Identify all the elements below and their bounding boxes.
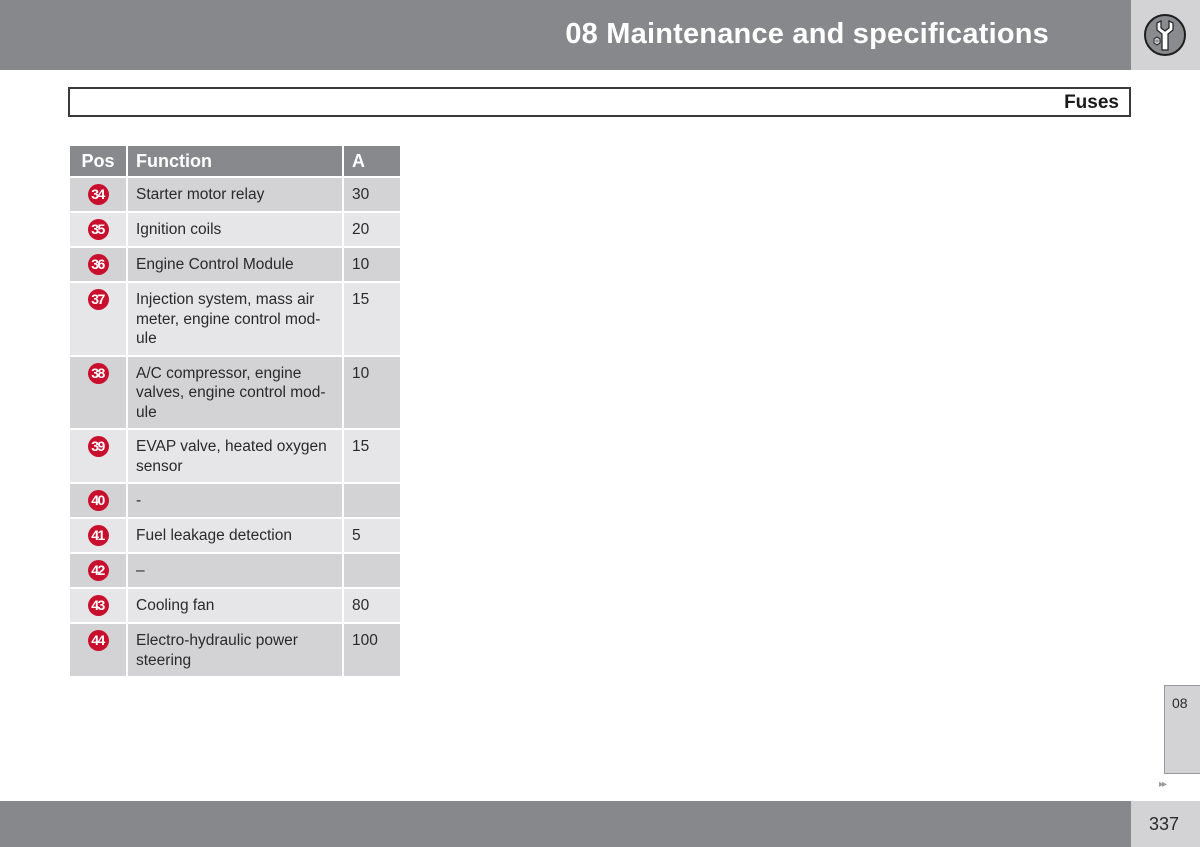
table-row: 43 Cooling fan 80 (70, 589, 400, 622)
fuse-table: Pos Function A 34 Starter motor relay 30 35… (68, 144, 402, 678)
amps-cell: 20 (344, 213, 400, 246)
table-row: 37 Injection system, mass air meter, engi… (70, 283, 400, 355)
function-cell: EVAP valve, heated oxygen sensor (128, 430, 342, 482)
fuse-position-badge: 36 (87, 254, 109, 275)
fuse-position-badge: 35 (87, 219, 109, 240)
fuse-position-badge: 38 (87, 362, 109, 384)
amps-cell: 5 (344, 519, 400, 552)
amps-cell: 10 (344, 356, 400, 428)
wrench-nut-icon (1144, 14, 1186, 56)
chapter-icon-box (1131, 0, 1200, 70)
amps-cell: 100 (344, 624, 400, 676)
side-tab-label: 08 (1172, 695, 1188, 711)
function-cell: A/C compressor, engine valves, engine co… (128, 356, 342, 428)
column-header-amps: A (344, 146, 400, 176)
amps-cell: 10 (344, 248, 400, 281)
pos-cell: 42 (70, 554, 126, 587)
page-number: 337 (1149, 814, 1180, 834)
double-arrow-right-icon[interactable]: ▸▸ (1159, 779, 1167, 790)
pos-cell: 35 (70, 213, 126, 246)
page-number-box: 337 (1131, 801, 1200, 847)
table-row: 39 EVAP valve, heated oxygen sensor 15 (70, 430, 400, 482)
pos-cell: 37 (70, 283, 126, 355)
function-cell: Fuel leakage detection (128, 519, 342, 552)
amps-cell (344, 484, 400, 517)
chapter-side-tab[interactable]: 08 (1164, 685, 1200, 774)
fuse-position-badge: 34 (87, 184, 109, 205)
column-header-function: Function (128, 146, 342, 176)
amps-cell: 15 (344, 430, 400, 482)
pos-cell: 40 (70, 484, 126, 517)
table-row: 34 Starter motor relay 30 (70, 178, 400, 211)
table-row: 36 Engine Control Module 10 (70, 248, 400, 281)
pos-cell: 34 (70, 178, 126, 211)
function-cell: Injection system, mass air meter, engine… (128, 283, 342, 355)
chapter-header-bar: 08 Maintenance and specifications (0, 0, 1131, 70)
column-header-pos: Pos (70, 146, 126, 176)
pos-cell: 41 (70, 519, 126, 552)
function-cell: Engine Control Module (128, 248, 342, 281)
function-cell: Starter motor relay (128, 178, 342, 211)
pos-cell: 43 (70, 589, 126, 622)
fuse-position-badge: 43 (87, 595, 109, 616)
amps-cell: 30 (344, 178, 400, 211)
fuse-position-badge: 37 (87, 289, 109, 310)
fuse-position-badge: 42 (87, 560, 109, 581)
table-row: 44 Electro-hydraulic power steering 100 (70, 624, 400, 676)
table-row: 41 Fuel leakage detection 5 (70, 519, 400, 552)
function-cell: – (128, 554, 342, 587)
section-header: Fuses (68, 87, 1131, 117)
fuse-position-badge: 39 (87, 436, 109, 457)
table-row: 38 A/C compressor, engine valves, engine … (70, 356, 400, 428)
fuse-position-badge: 41 (87, 525, 109, 546)
table-row: 40- (70, 484, 400, 517)
section-title: Fuses (1064, 92, 1119, 113)
function-cell: Cooling fan (128, 589, 342, 622)
amps-cell (344, 554, 400, 587)
footer-bar (0, 801, 1131, 847)
chapter-title: 08 Maintenance and specifications (565, 18, 1049, 50)
table-row: 42– (70, 554, 400, 587)
amps-cell: 15 (344, 283, 400, 355)
amps-cell: 80 (344, 589, 400, 622)
function-cell: Electro-hydraulic power steering (128, 624, 342, 676)
table-row: 35 Ignition coils 20 (70, 213, 400, 246)
pos-cell: 44 (70, 624, 126, 676)
function-cell: Ignition coils (128, 213, 342, 246)
pos-cell: 39 (70, 430, 126, 482)
fuse-position-badge: 40 (87, 490, 109, 511)
pos-cell: 36 (70, 248, 126, 281)
table-header-row: Pos Function A (70, 146, 400, 176)
pos-cell: 38 (70, 356, 126, 428)
fuse-position-badge: 44 (87, 630, 109, 651)
function-cell: - (128, 484, 342, 517)
